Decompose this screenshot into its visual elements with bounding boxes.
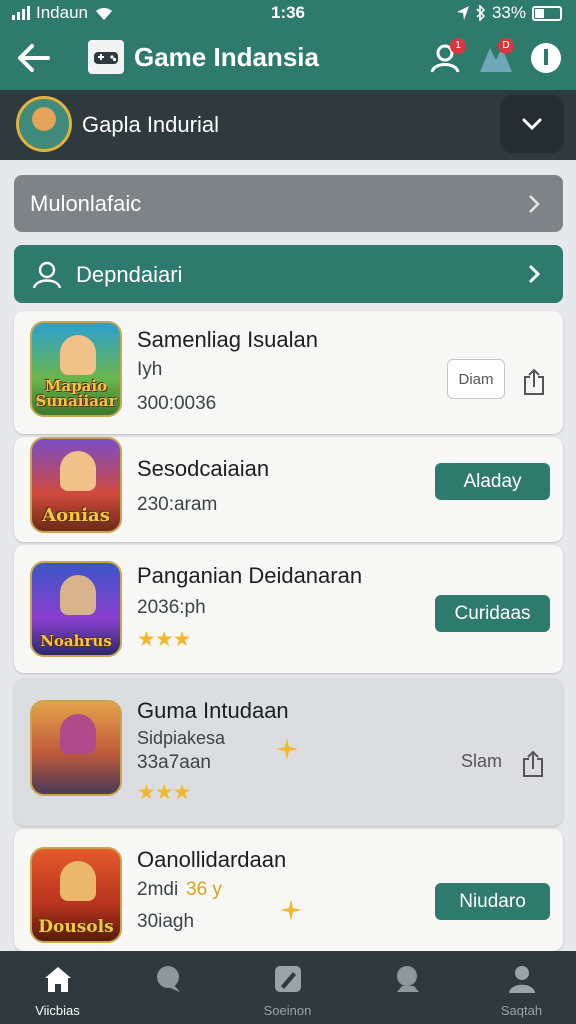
nav-label: Viicbias — [35, 1003, 80, 1018]
category-row[interactable]: Mulonlafaic — [14, 175, 563, 232]
sparkle-icon — [280, 899, 302, 921]
status-right: 33% — [456, 3, 562, 23]
app-logo — [88, 40, 124, 74]
app-title: Game Indansia — [134, 42, 319, 72]
game-title: Oanollidardaan — [137, 847, 287, 872]
game-title: Panganian Deidanaran — [137, 563, 363, 588]
edit-icon — [275, 966, 301, 992]
clans-button[interactable]: D — [478, 38, 514, 76]
game-subtitle: 2mdi — [137, 879, 179, 900]
search-icon — [397, 966, 419, 992]
game-action-button[interactable]: Niudaro — [435, 883, 550, 920]
profile-name: Gapla Indurial — [82, 112, 219, 137]
share-icon[interactable] — [521, 368, 547, 396]
nav-label: Soeinon — [263, 1003, 312, 1018]
game-action-button[interactable]: Diam — [447, 359, 505, 399]
game-title: Sesodcaiaian — [137, 456, 270, 481]
game-card[interactable]: Dousols Oanollidardaan 2mdi 36 y 30iagh … — [14, 829, 563, 951]
nav-profile[interactable]: Saqtah — [464, 951, 576, 1024]
profile-header[interactable]: Gapla Indurial — [0, 90, 576, 160]
game-subtitle: Sidpiakesa — [137, 728, 226, 748]
character-figure — [60, 861, 96, 901]
info-button[interactable] — [528, 40, 564, 76]
character-figure — [60, 575, 96, 615]
status-bar: Indaun 1:36 33% — [0, 0, 576, 26]
game-card[interactable]: Mapaio Sunaiiaar Samenliag Isualan Iyh 3… — [14, 311, 563, 434]
game-action-button[interactable]: Slam — [461, 751, 502, 772]
chevron-right-icon — [529, 195, 540, 213]
nav-edit[interactable]: Soeinon — [230, 951, 345, 1024]
game-thumbnail: Dousols — [30, 847, 122, 943]
nav-search[interactable] — [110, 951, 225, 1024]
nav-label: Saqtah — [500, 1003, 543, 1018]
friends-button[interactable]: 1 — [428, 38, 466, 76]
game-card[interactable]: Noahrus Panganian Deidanaran 2036:ph ★★★… — [14, 545, 563, 673]
game-thumbnail: Noahrus — [30, 561, 122, 657]
location-icon — [456, 6, 469, 20]
game-thumbnail: Mapaio Sunaiiaar — [30, 321, 122, 417]
notification-badge: 1 — [450, 38, 466, 54]
game-subtitle-extra: 36 y — [186, 879, 222, 900]
bluetooth-icon — [476, 5, 486, 21]
chevron-right-icon — [528, 264, 541, 284]
profile-expand-button[interactable] — [500, 95, 564, 153]
character-figure — [60, 335, 96, 375]
rating-stars: ★★★ — [137, 628, 191, 651]
sparkle-icon — [276, 738, 298, 760]
game-card[interactable]: Guma Intudaan Sidpiakesa 33a7aan ★★★ Sla… — [14, 678, 563, 826]
share-icon[interactable] — [520, 750, 546, 778]
app-bar: Game Indansia 1 D — [0, 26, 576, 90]
chevron-down-icon — [522, 118, 542, 131]
game-meta: 230:aram — [137, 494, 218, 515]
game-title: Guma Intudaan — [137, 698, 289, 723]
thumbnail-title: Aonias — [42, 505, 110, 526]
thumbnail-title: Noahrus — [40, 632, 112, 650]
battery-percent: 33% — [491, 3, 526, 22]
info-icon — [531, 43, 561, 73]
game-thumbnail — [30, 700, 122, 796]
back-arrow-icon[interactable] — [14, 38, 54, 78]
game-action-button[interactable]: Aladay — [435, 463, 550, 500]
search-row[interactable]: Depndaiari — [14, 245, 563, 303]
category-label: Mulonlafaic — [30, 191, 142, 216]
game-title: Samenliag Isualan — [137, 327, 319, 352]
thumbnail-title: Mapaio Sunaiiaar — [35, 377, 117, 410]
game-action-button[interactable]: Curidaas — [435, 595, 550, 632]
bottom-navigation: Viicbias Soeinon Saqtah — [0, 951, 576, 1024]
game-subtitle: Iyh — [137, 359, 163, 380]
game-card[interactable]: Aonias Sesodcaiaian 230:aram Aladay — [14, 437, 563, 542]
game-meta: 2036:ph — [137, 597, 206, 618]
battery-icon — [532, 5, 562, 21]
home-icon — [45, 967, 71, 992]
avatar[interactable] — [16, 96, 72, 152]
character-figure — [60, 714, 96, 754]
profile-icon — [509, 966, 535, 993]
rating-stars: ★★★ — [137, 781, 191, 804]
game-controller-icon — [94, 52, 118, 64]
game-thumbnail: Aonias — [30, 437, 122, 533]
game-meta: 30iagh — [137, 911, 195, 932]
nav-home[interactable]: Viicbias — [0, 951, 115, 1024]
search-row-label: Depndaiari — [76, 262, 183, 287]
notification-badge: D — [498, 38, 514, 54]
thumbnail-title: Dousols — [38, 917, 114, 937]
game-meta: 33a7aan — [137, 752, 211, 773]
chat-icon — [157, 966, 180, 992]
game-meta: 300:0036 — [137, 393, 217, 414]
character-figure — [60, 451, 96, 491]
nav-explore[interactable] — [350, 951, 465, 1024]
user-icon — [32, 261, 62, 289]
